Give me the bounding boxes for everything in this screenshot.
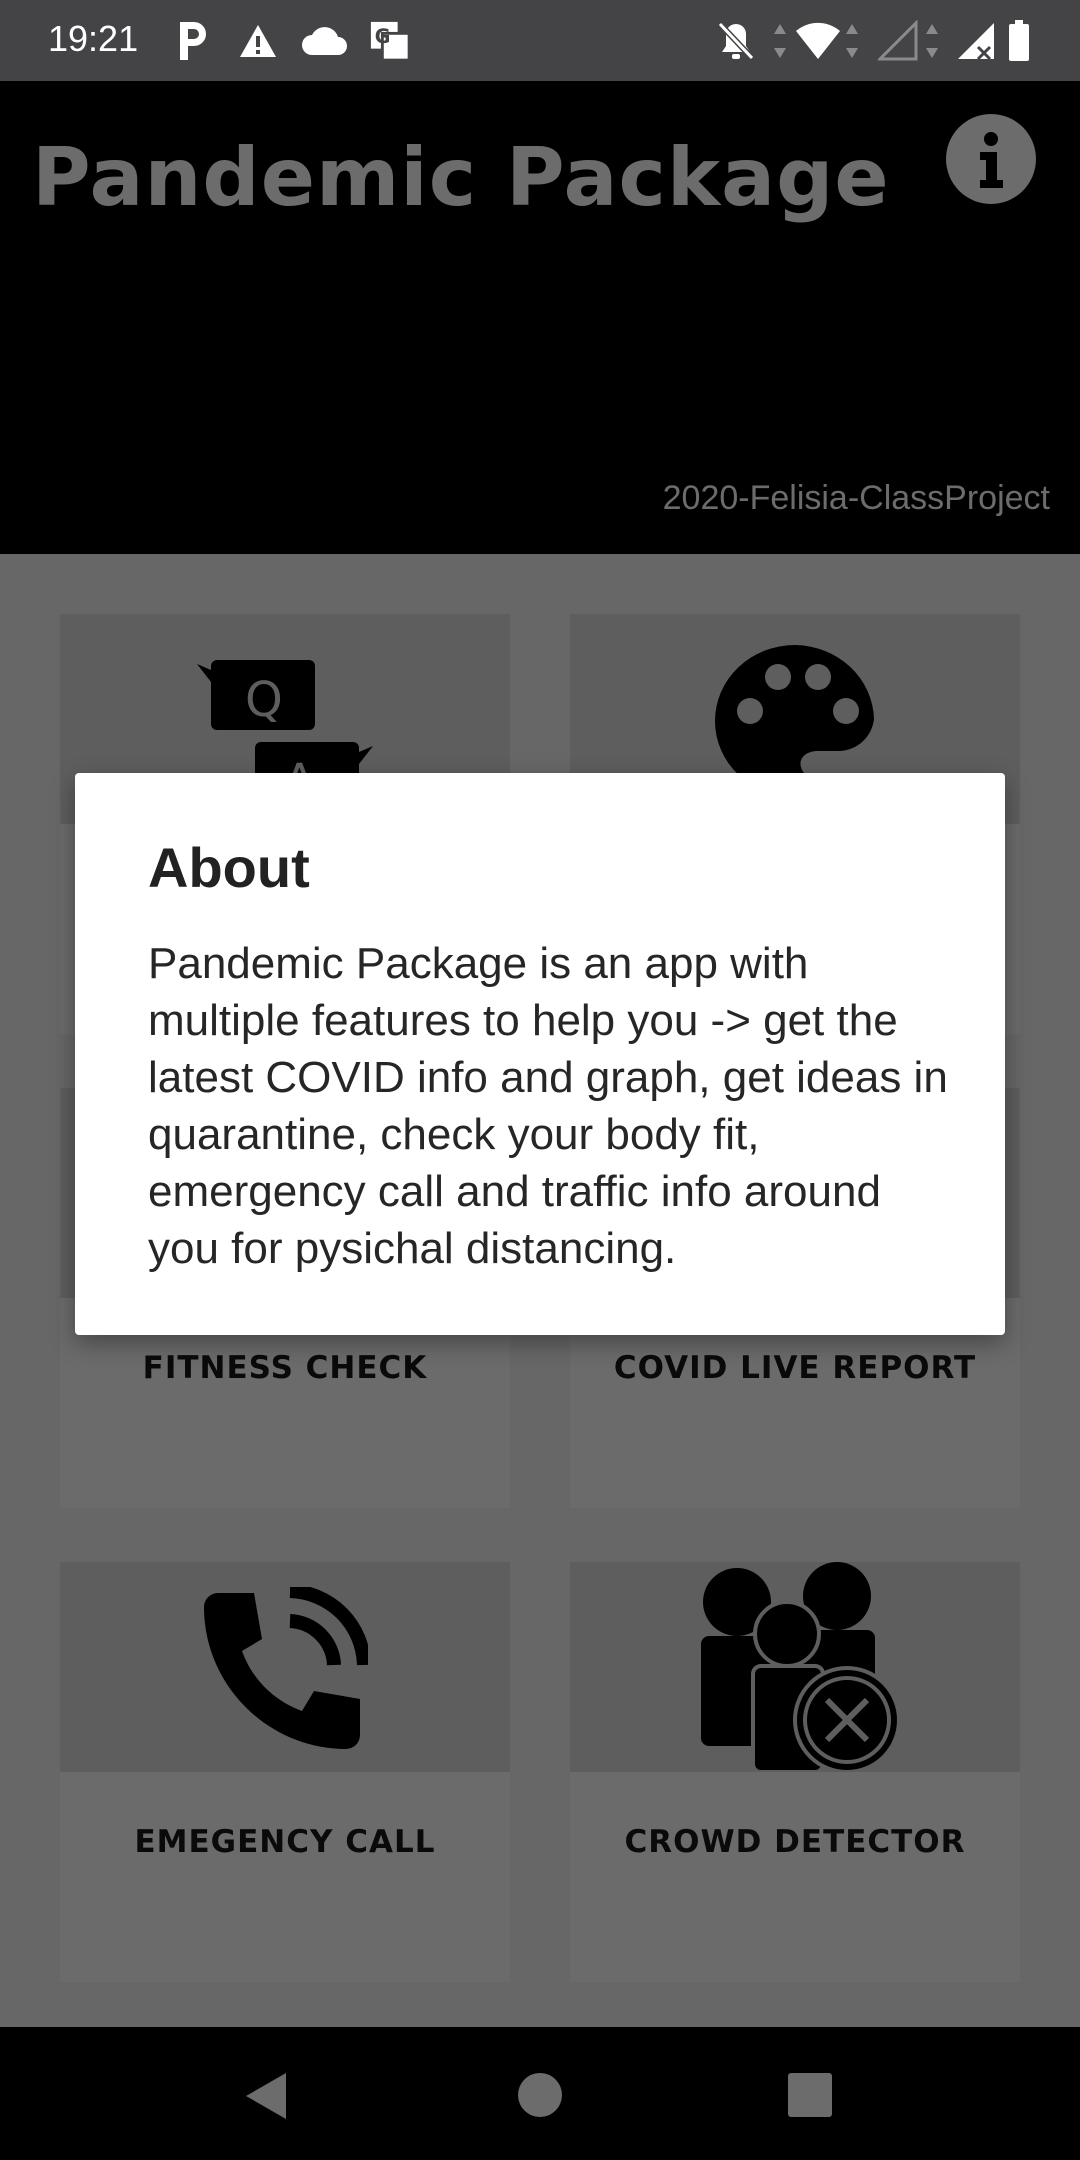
data-arrows-icon-2 [846,24,858,58]
home-icon[interactable] [516,2071,564,2119]
dialog-message: Pandemic Package is an app with multiple… [148,939,948,1273]
card-emergency-label: EMEGENCY CALL [134,1824,436,1860]
crowd-icon [701,1562,901,1772]
phone-call-icon [204,1587,368,1749]
about-dialog: About Pandemic Package is an app with mu… [75,773,1005,1335]
status-bar: 19:21 G [0,0,1080,81]
card-emergency-call[interactable]: EMEGENCY CALL [60,1562,510,1982]
card-covid-label: COVID LIVE REPORT [613,1350,977,1386]
cloud-icon [302,27,347,55]
battery-icon [1009,20,1029,61]
app-header: Pandemic Package 2020-Felisia-ClassProje… [0,81,1080,554]
credit-text: 2020-Felisia-ClassProject [662,479,1050,517]
data-arrows-icon [774,24,786,58]
parking-icon [180,22,206,60]
signal-empty-icon [878,20,918,61]
svg-text:G: G [375,25,391,48]
card-fitness-label: FITNESS CHECK [142,1350,428,1386]
dialog-title: About [148,836,310,899]
info-button[interactable] [946,114,1036,204]
notifications-off-icon [717,21,755,61]
warning-icon [240,25,276,57]
info-icon [980,132,1003,188]
wifi-icon [796,22,840,59]
data-arrows-icon-3 [926,24,938,58]
status-time: 19:21 [48,18,139,59]
navigation-bar [0,2027,1080,2160]
svg-text:Q: Q [245,672,283,728]
translate-icon: G [370,21,411,62]
card-crowd-detector[interactable]: CROWD DETECTOR [570,1562,1020,1982]
back-icon[interactable] [242,2071,290,2121]
signal-x-icon [958,23,994,61]
app-title: Pandemic Package [32,131,890,224]
card-crowd-label: CROWD DETECTOR [624,1824,966,1860]
recents-icon[interactable] [786,2071,834,2119]
